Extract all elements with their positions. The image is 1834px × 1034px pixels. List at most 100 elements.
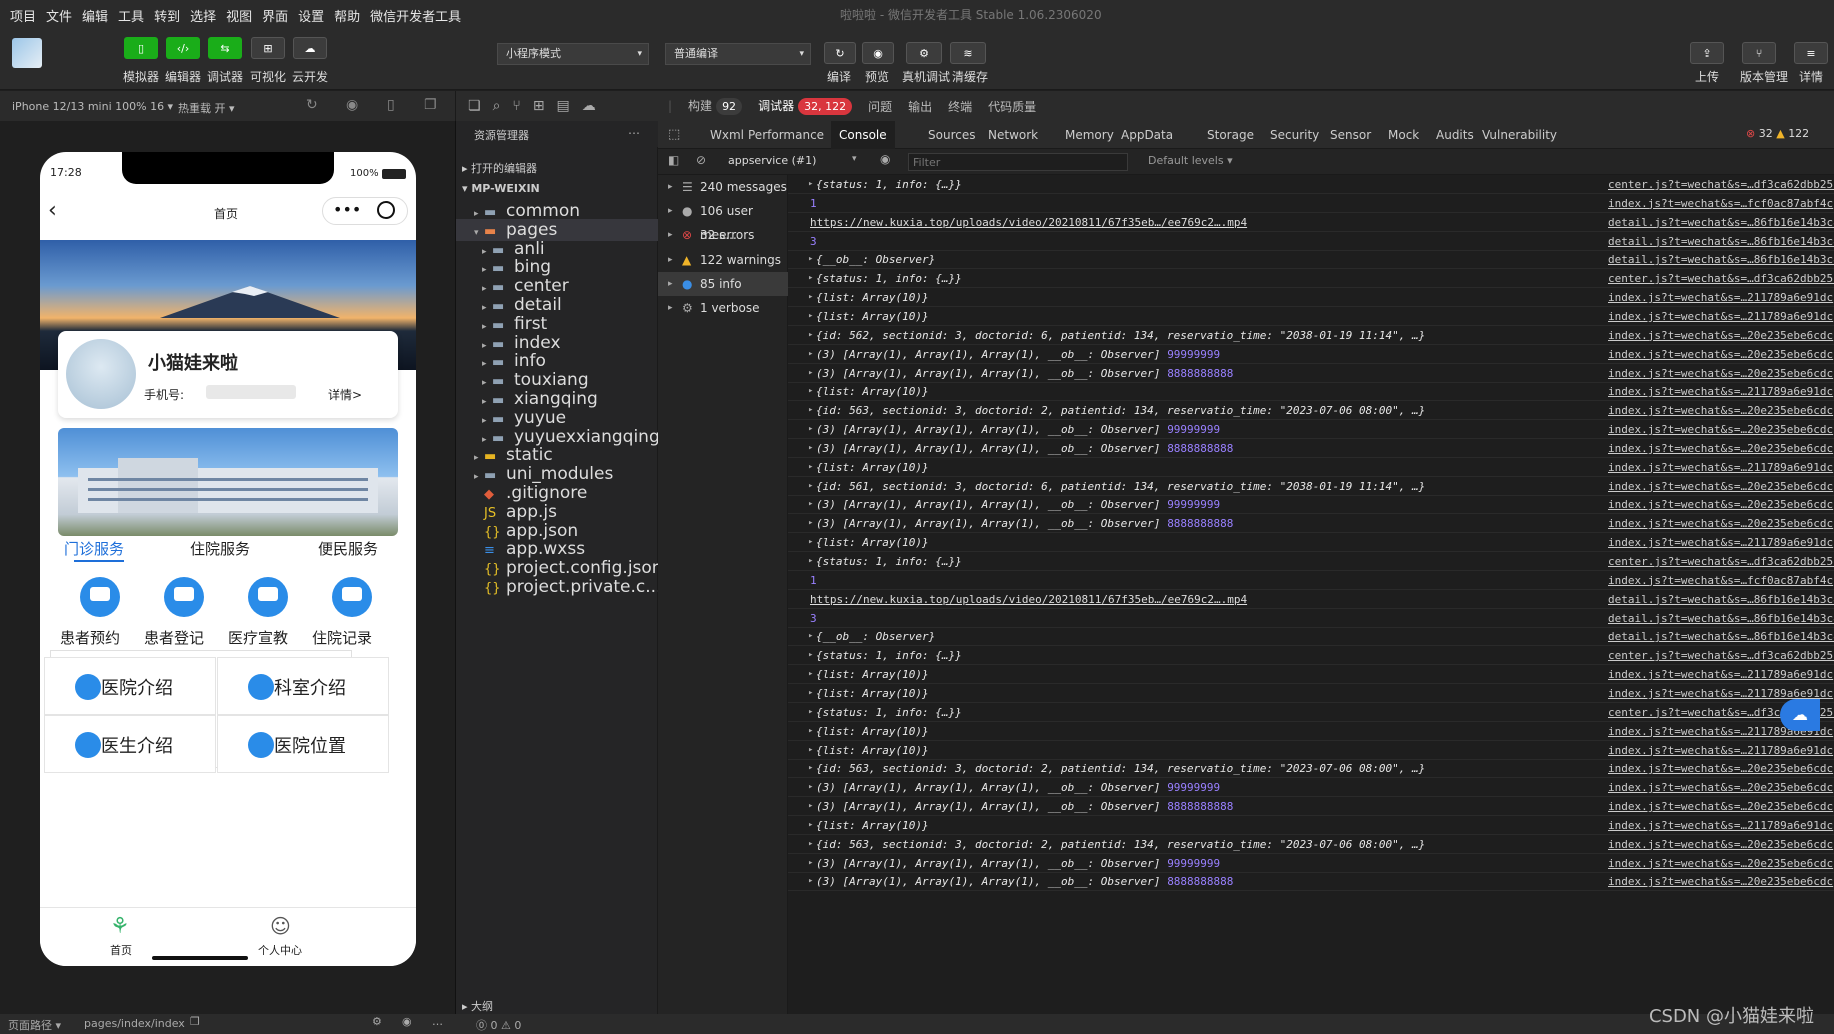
menu-item-3[interactable]: 工具 — [118, 6, 144, 25]
expand-arrow-icon[interactable]: ▸ — [808, 420, 813, 439]
sidebar-filter-4[interactable]: ▸ ▲ 122 warnings — [658, 248, 788, 272]
console-row[interactable]: ▸ {list: Array(10)} index.js?t=wechat&s=…2… — [788, 816, 1834, 835]
expand-arrow-icon[interactable]: ▸ — [808, 364, 813, 383]
console-row[interactable]: ▸ (3) [Array(1), Array(1), Array(1), __ob… — [788, 797, 1834, 817]
expand-arrow-icon[interactable]: ▸ — [808, 345, 813, 364]
context-chevron-icon[interactable]: ▾ — [852, 154, 857, 164]
menu-item-6[interactable]: 视图 — [226, 6, 252, 25]
debug-tab-3[interactable]: 问题 — [868, 98, 892, 115]
tab-3[interactable]: 便民服务 — [318, 538, 378, 559]
console-row[interactable]: ▸ (3) [Array(1), Array(1), Array(1), __ob… — [788, 364, 1834, 383]
console-row[interactable]: ▸ {id: 561, sectionid: 3, doctorid: 6, pa… — [788, 477, 1834, 496]
console-row[interactable]: ▸ {list: Array(10)} index.js?t=wechat&s=…2… — [788, 741, 1834, 760]
source-link[interactable]: detail.js?t=wechat&s=…86fb16e14b3c8 — [1608, 590, 1834, 609]
files-icon[interactable]: ❏ — [468, 98, 481, 114]
tab-2[interactable]: 住院服务 — [190, 538, 250, 559]
sidebar-toggle-icon[interactable]: ◧ — [668, 153, 679, 167]
console-row[interactable]: ▸ (3) [Array(1), Array(1), Array(1), __ob… — [788, 854, 1834, 873]
expand-arrow-icon[interactable]: ▸ — [808, 741, 813, 760]
cloud-button[interactable]: ☁ — [293, 37, 327, 59]
device-select[interactable]: iPhone 12/13 mini 100% 16 ▾ — [12, 100, 173, 113]
source-link[interactable]: index.js?t=wechat&s=…20e235ebe6cdc — [1608, 778, 1833, 797]
console-row[interactable]: 3 detail.js?t=wechat&s=…86fb16e14b3c8 — [788, 232, 1834, 251]
console-row[interactable]: ▸ {list: Array(10)} index.js?t=wechat&s=…2… — [788, 458, 1834, 477]
sidebar-filter-3[interactable]: ▸ ⊗ 32 errors — [658, 223, 788, 247]
clear-console-icon[interactable]: ⊘ — [696, 153, 706, 167]
source-link[interactable]: index.js?t=wechat&s=…20e235ebe6cdc — [1608, 854, 1833, 873]
console-row[interactable]: ▸ {list: Array(10)} index.js?t=wechat&s=…2… — [788, 382, 1834, 402]
menu-item-7[interactable]: 界面 — [262, 6, 288, 25]
console-link[interactable]: https://new.kuxia.top/uploads/video/2021… — [810, 590, 1247, 609]
eye-button[interactable]: ◉ — [862, 42, 894, 64]
card-2[interactable]: 科室介绍 — [217, 657, 389, 715]
expand-arrow-icon[interactable]: ▸ — [808, 401, 813, 420]
source-link[interactable]: index.js?t=wechat&s=…211789a6e91dc — [1608, 665, 1833, 684]
live-expression-icon[interactable]: ◉ — [880, 152, 890, 166]
console-row[interactable]: ▸ {id: 563, sectionid: 3, doctorid: 2, pa… — [788, 401, 1834, 421]
console-row[interactable]: ▸ {status: 1, info: {…}} center.js?t=wecha… — [788, 646, 1834, 666]
tree-item-project-private-c---[interactable]: {} project.private.c... — [456, 576, 661, 598]
source-link[interactable]: center.js?t=wechat&s=…df3ca62dbb25c — [1608, 646, 1834, 665]
expand-arrow-icon[interactable]: ▸ — [808, 326, 813, 345]
bug-status-icon[interactable]: ⚙ — [372, 1015, 382, 1028]
explorer-more-icon[interactable]: … — [628, 123, 640, 137]
menu-item-9[interactable]: 帮助 — [334, 6, 360, 25]
console-row[interactable]: ▸ {status: 1, info: {…}} center.js?t=wecha… — [788, 175, 1834, 194]
devtools-tab-storage[interactable]: Storage — [1199, 121, 1262, 149]
copy-icon[interactable]: ❐ — [190, 1015, 200, 1028]
expand-arrow-icon[interactable]: ▸ — [808, 514, 813, 533]
source-link[interactable]: index.js?t=wechat&s=…fcf0ac87abf4c — [1608, 571, 1833, 590]
source-link[interactable]: center.js?t=wechat&s=…df3ca62dbb25c — [1608, 175, 1834, 194]
source-link[interactable]: index.js?t=wechat&s=…211789a6e91dc — [1608, 458, 1833, 477]
refresh-button[interactable]: ↻ — [824, 42, 856, 64]
card-1[interactable]: 医院介绍 — [44, 657, 216, 715]
source-link[interactable]: index.js?t=wechat&s=…20e235ebe6cdc — [1608, 495, 1833, 514]
expand-arrow-icon[interactable]: ▸ — [808, 703, 813, 722]
source-link[interactable]: center.js?t=wechat&s=…df3ca62dbb25c — [1608, 269, 1834, 288]
source-link[interactable]: index.js?t=wechat&s=…20e235ebe6cdc — [1608, 759, 1833, 778]
expand-arrow-icon[interactable]: ▸ — [808, 382, 813, 401]
console-row[interactable]: ▸ (3) [Array(1), Array(1), Array(1), __ob… — [788, 439, 1834, 458]
inspect-icon[interactable]: ⬚ — [668, 127, 680, 142]
expand-arrow-icon[interactable]: ▸ — [808, 872, 813, 891]
expand-arrow-icon[interactable]: ▸ — [808, 269, 813, 288]
problems-status[interactable]: ⓪ 0 ⚠ 0 — [476, 1017, 521, 1033]
source-link[interactable]: index.js?t=wechat&s=…20e235ebe6cdc — [1608, 872, 1833, 891]
menu-item-1[interactable]: 文件 — [46, 6, 72, 25]
console-row[interactable]: ▸ {status: 1, info: {…}} center.js?t=wecha… — [788, 552, 1834, 571]
tab-profile[interactable]: 个人中心 — [258, 942, 302, 958]
project-avatar[interactable] — [12, 38, 42, 68]
tab-home[interactable]: 首页 — [110, 942, 132, 958]
upload-button[interactable]: ⇪ — [1690, 42, 1724, 64]
source-link[interactable]: center.js?t=wechat&s=…df3ca62dbb25c — [1608, 552, 1834, 571]
sidebar-filter-6[interactable]: ▸ ⚙ 1 verbose — [658, 296, 788, 320]
console-row[interactable]: ▸ {status: 1, info: {…}} center.js?t=wecha… — [788, 269, 1834, 289]
sidebar-filter-2[interactable]: ▸ ● 106 user mes... — [658, 199, 788, 242]
expand-arrow-icon[interactable]: ▸ — [808, 854, 813, 873]
console-row[interactable]: 1 index.js?t=wechat&s=…fcf0ac87abf4c — [788, 194, 1834, 213]
branch-button[interactable]: ⑂ — [1742, 42, 1776, 64]
menu-button[interactable]: ≡ — [1794, 42, 1828, 64]
menu-item-5[interactable]: 选择 — [190, 6, 216, 25]
open-editors-section[interactable]: ▸ 打开的编辑器 — [462, 160, 537, 176]
service-3[interactable]: 医疗宣教 — [228, 627, 288, 648]
console-row[interactable]: https://new.kuxia.top/uploads/video/2021… — [788, 590, 1834, 609]
console-row[interactable]: https://new.kuxia.top/uploads/video/2021… — [788, 213, 1834, 232]
root-folder[interactable]: ▾ MP-WEIXIN — [462, 182, 540, 195]
source-link[interactable]: index.js?t=wechat&s=…211789a6e91dc — [1608, 816, 1833, 835]
issue-counts[interactable]: ⊗ 32 ▲ 122 — [1746, 127, 1809, 140]
devtools-tab-network[interactable]: Network — [980, 121, 1046, 149]
console-row[interactable]: ▸ {list: Array(10)} index.js?t=wechat&s=…2… — [788, 307, 1834, 326]
user-card[interactable]: 小猫娃来啦 手机号: 详情> — [58, 331, 398, 418]
eye-status-icon[interactable]: ◉ — [402, 1015, 412, 1028]
devtools-tab-console[interactable]: Console — [831, 121, 895, 149]
menu-item-4[interactable]: 转到 — [154, 6, 180, 25]
source-link[interactable]: detail.js?t=wechat&s=…86fb16e14b3c8 — [1608, 232, 1834, 251]
console-row[interactable]: ▸ (3) [Array(1), Array(1), Array(1), __ob… — [788, 420, 1834, 440]
record-icon[interactable]: ◉ — [346, 97, 358, 113]
expand-arrow-icon[interactable]: ▸ — [808, 250, 813, 269]
phone-button[interactable]: ▯ — [124, 37, 158, 59]
mode-select[interactable]: 小程序模式 ▾ — [497, 43, 649, 65]
console-row[interactable]: ▸ {list: Array(10)} index.js?t=wechat&s=…2… — [788, 722, 1834, 741]
cloud-icon[interactable]: ☁ — [582, 98, 596, 114]
